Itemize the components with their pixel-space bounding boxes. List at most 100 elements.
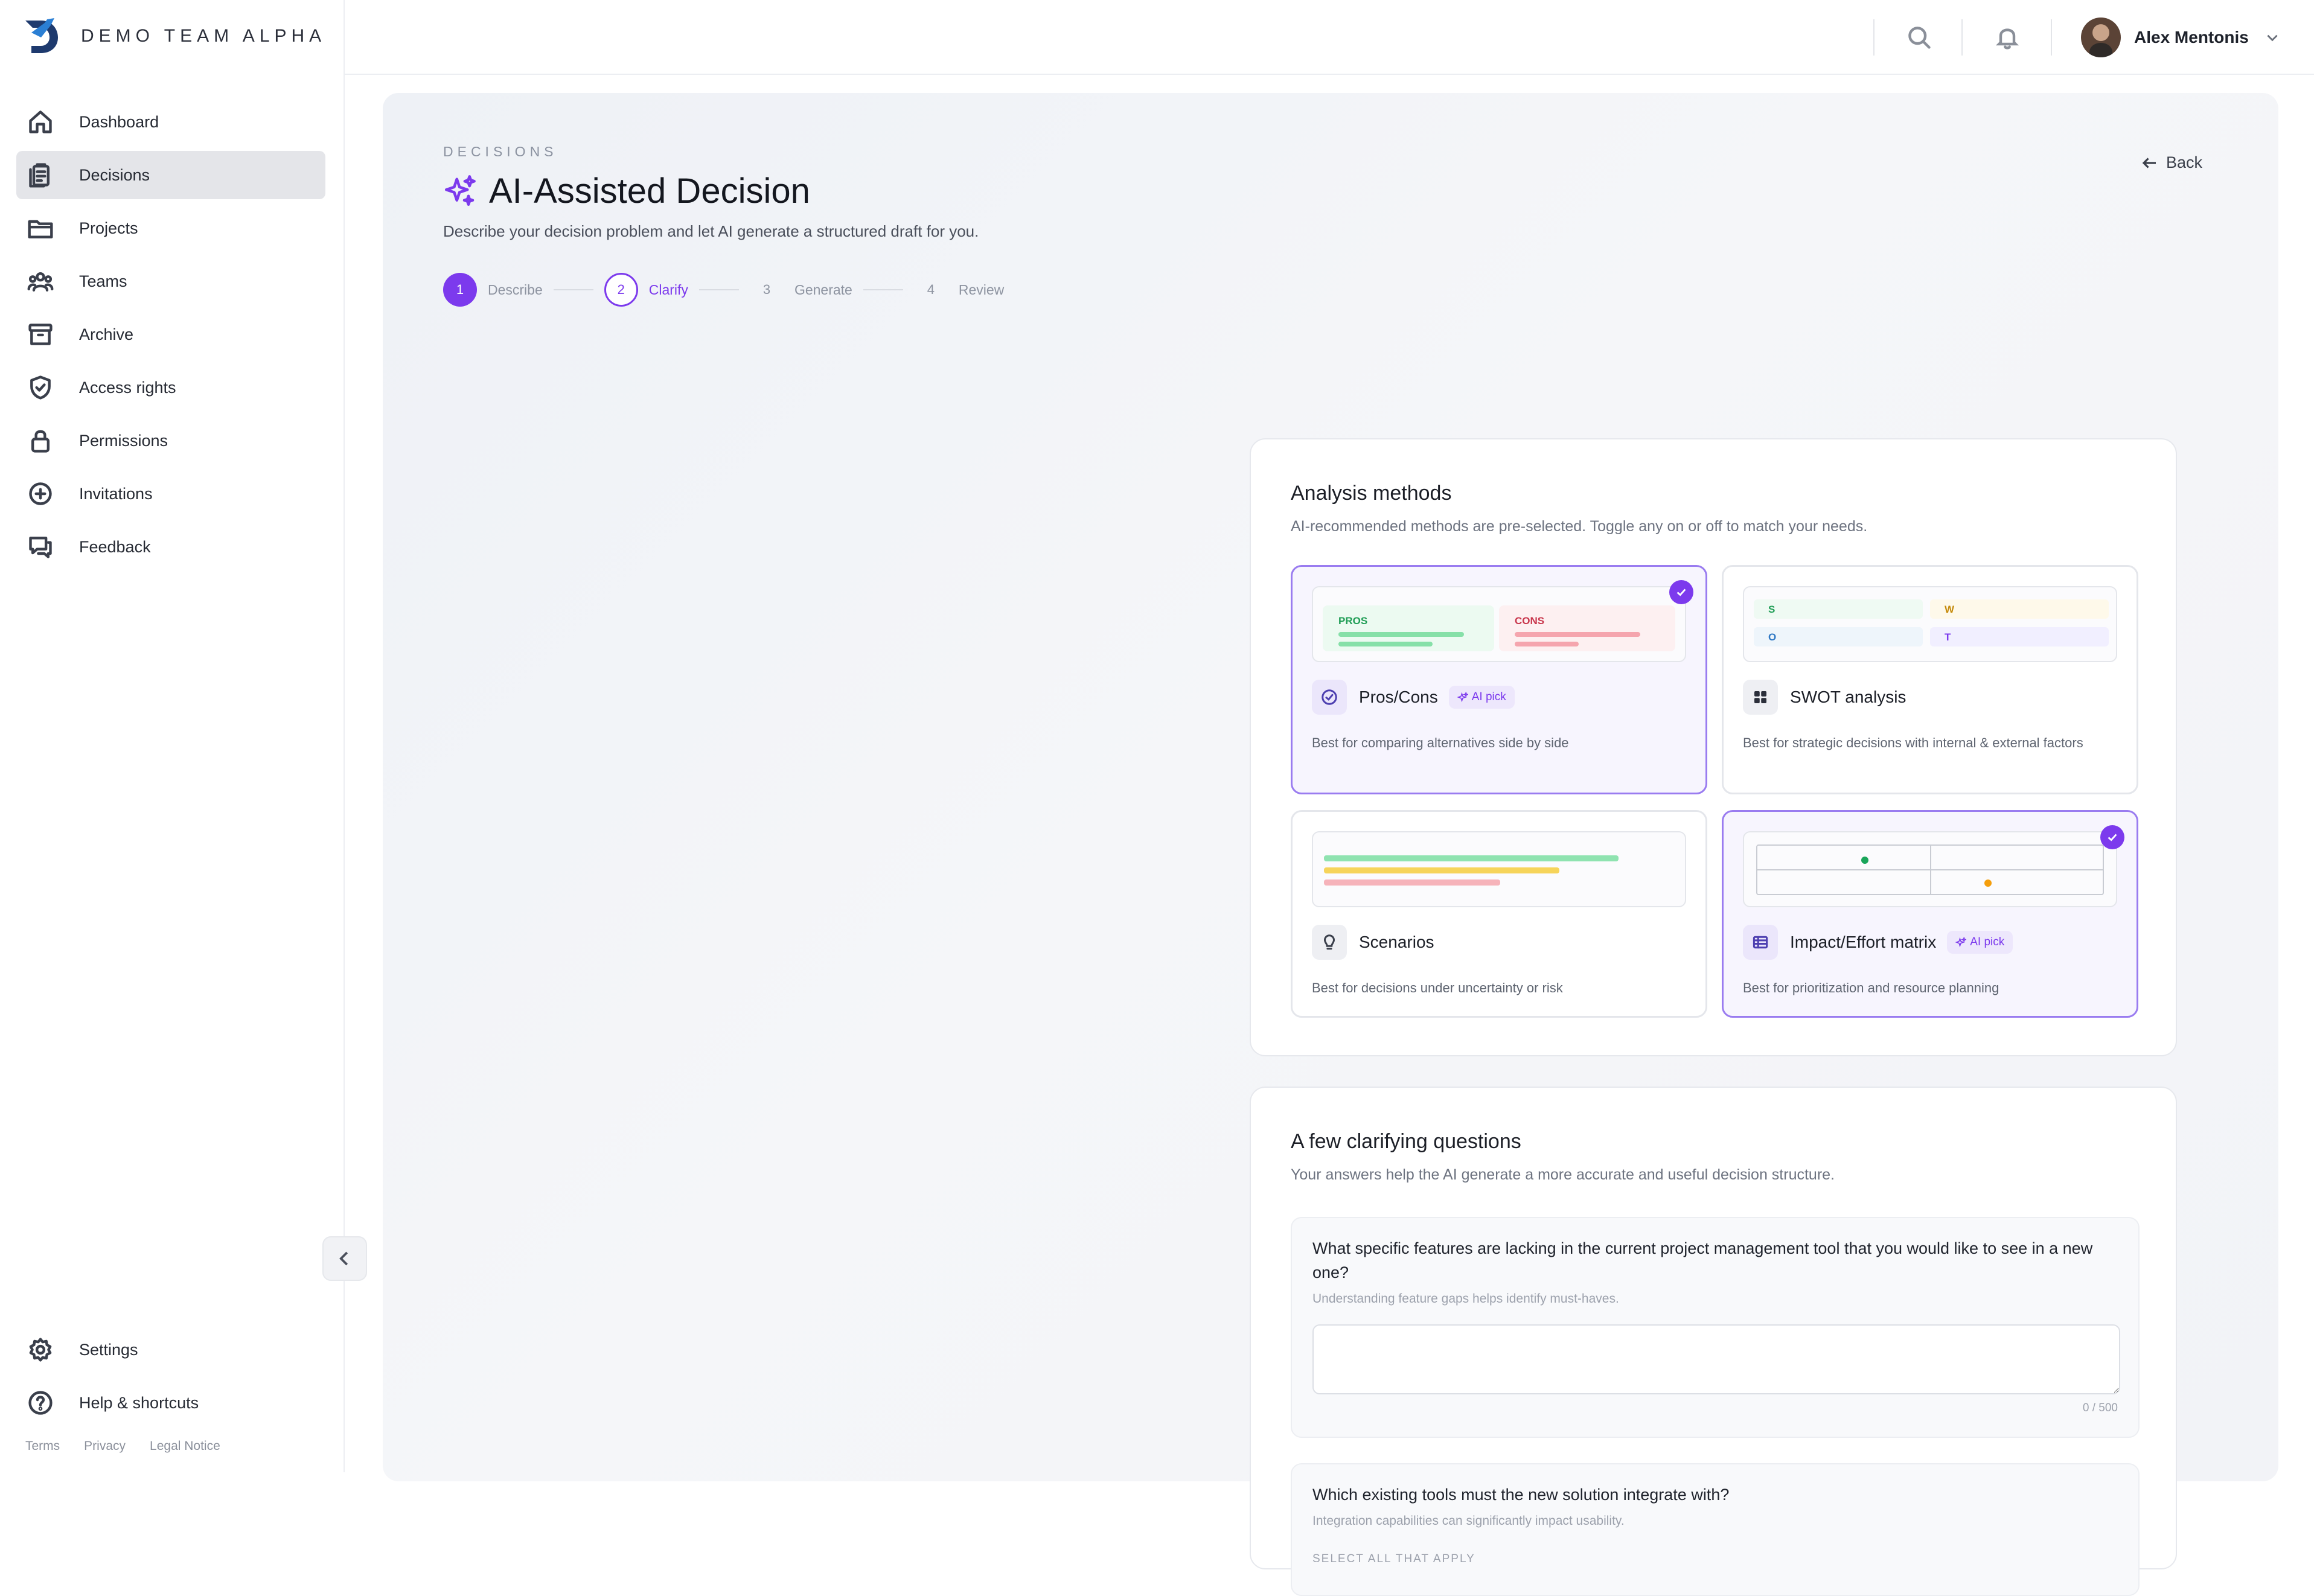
shield-icon xyxy=(26,373,55,402)
topbar-divider xyxy=(2051,19,2052,56)
user-name: Alex Mentonis xyxy=(2134,28,2249,46)
selected-check-icon xyxy=(1669,580,1693,604)
pros-label: PROS xyxy=(1338,615,1368,627)
sidebar-item-projects[interactable]: Projects xyxy=(16,204,325,252)
sidebar-item-access-rights[interactable]: Access rights xyxy=(16,363,325,412)
method-scenarios[interactable]: Scenarios Best for decisions under uncer… xyxy=(1291,810,1707,1018)
step-label: Generate xyxy=(794,281,852,298)
collapse-sidebar-button[interactable] xyxy=(322,1236,367,1281)
step-label: Describe xyxy=(488,281,543,298)
method-impact-effort[interactable]: Impact/Effort matrix AI pick Best for pr… xyxy=(1722,810,2138,1018)
method-name: Scenarios xyxy=(1359,933,1434,951)
lightbulb-icon xyxy=(1312,925,1347,960)
step-connector xyxy=(698,289,739,290)
grid-icon xyxy=(1743,680,1778,715)
swot-preview: S W O T xyxy=(1743,586,2117,662)
legal-links: Terms Privacy Legal Notice xyxy=(25,1439,220,1454)
answer-textarea[interactable] xyxy=(1312,1324,2120,1394)
step-connector xyxy=(863,289,903,290)
question-text: Which existing tools must the new soluti… xyxy=(1312,1486,1730,1504)
card-title: A few clarifying questions xyxy=(1291,1130,1521,1153)
home-icon xyxy=(26,107,55,136)
stepper: 1 Describe 2 Clarify 3 Generate 4 Review xyxy=(443,272,1004,308)
back-label: Back xyxy=(2166,153,2203,171)
step-label: Clarify xyxy=(648,281,688,298)
question-item: What specific features are lacking in th… xyxy=(1291,1217,2140,1438)
sidebar-item-label: Projects xyxy=(79,219,138,237)
table-icon xyxy=(1743,925,1778,960)
gear-icon xyxy=(26,1335,55,1364)
cons-bar xyxy=(1515,632,1640,637)
check-circle-icon xyxy=(1312,680,1347,715)
method-pros-cons[interactable]: PROS CONS Pros/Cons AI pick Best for com… xyxy=(1291,565,1707,794)
sidebar-item-teams[interactable]: Teams xyxy=(16,257,325,305)
pros-bar xyxy=(1338,642,1433,646)
method-description: Best for decisions under uncertainty or … xyxy=(1312,980,1563,995)
cons-bar xyxy=(1515,642,1579,646)
user-menu[interactable]: Alex Mentonis xyxy=(2081,16,2280,59)
swot-o: O xyxy=(1754,627,1923,646)
matrix-dot xyxy=(1861,857,1868,864)
analysis-methods-card: Analysis methods AI-recommended methods … xyxy=(1250,438,2177,1056)
method-name: Impact/Effort matrix xyxy=(1790,933,1937,951)
sidebar-item-dashboard[interactable]: Dashboard xyxy=(16,98,325,146)
method-description: Best for prioritization and resource pla… xyxy=(1743,980,1999,995)
sidebar-item-help[interactable]: Help & shortcuts xyxy=(16,1379,325,1427)
method-header: Pros/Cons AI pick xyxy=(1312,679,1515,715)
breadcrumb[interactable]: DECISIONS xyxy=(443,144,558,160)
plus-circle-icon xyxy=(26,479,55,508)
step-connector xyxy=(553,289,593,290)
back-button[interactable]: Back xyxy=(2141,153,2202,172)
step-describe[interactable]: 1 Describe xyxy=(443,273,543,307)
sidebar-item-label: Invitations xyxy=(79,484,153,503)
sidebar-item-permissions[interactable]: Permissions xyxy=(16,417,325,465)
ai-pick-label: AI pick xyxy=(1970,936,2005,948)
legal-notice-link[interactable]: Legal Notice xyxy=(150,1439,220,1454)
step-number: 1 xyxy=(443,273,477,307)
swot-s: S xyxy=(1754,599,1923,619)
step-generate[interactable]: 3 Generate xyxy=(750,273,852,307)
question-text: What specific features are lacking in th… xyxy=(1312,1239,2093,1282)
search-icon xyxy=(1908,27,1931,49)
cons-panel: CONS xyxy=(1499,605,1675,651)
scenarios-preview xyxy=(1312,831,1686,907)
page-title-text: AI-Assisted Decision xyxy=(489,171,810,211)
page-subtitle: Describe your decision problem and let A… xyxy=(443,222,979,240)
step-clarify[interactable]: 2 Clarify xyxy=(604,273,688,307)
sidebar-item-archive[interactable]: Archive xyxy=(16,310,325,359)
card-title: Analysis methods xyxy=(1291,482,1452,505)
brand[interactable]: DEMO TEAM ALPHA xyxy=(23,17,326,56)
topbar: Alex Mentonis xyxy=(345,0,2314,75)
sidebar-item-label: Decisions xyxy=(79,165,150,184)
scenario-bar xyxy=(1324,879,1500,886)
swot-w: W xyxy=(1930,599,2109,619)
sidebar-item-decisions[interactable]: Decisions xyxy=(16,151,325,199)
notifications-button[interactable] xyxy=(1990,21,2024,54)
selected-check-icon xyxy=(2100,825,2124,849)
impact-effort-preview xyxy=(1743,831,2117,907)
sidebar-item-label: Help & shortcuts xyxy=(79,1393,199,1412)
privacy-link[interactable]: Privacy xyxy=(84,1439,126,1454)
brand-name: DEMO TEAM ALPHA xyxy=(81,26,327,46)
chevron-left-icon xyxy=(339,1251,348,1266)
sidebar-item-label: Dashboard xyxy=(79,112,159,131)
sidebar-item-label: Feedback xyxy=(79,537,151,556)
character-counter: 0 / 500 xyxy=(2082,1402,2118,1414)
sidebar-item-invitations[interactable]: Invitations xyxy=(16,470,325,518)
lock-icon xyxy=(26,426,55,455)
terms-link[interactable]: Terms xyxy=(25,1439,60,1454)
method-swot[interactable]: S W O T SWOT analysis Best for strategic… xyxy=(1722,565,2138,794)
sidebar-item-feedback[interactable]: Feedback xyxy=(16,523,325,571)
folder-icon xyxy=(26,214,55,243)
arrow-left-icon xyxy=(2142,157,2156,168)
sidebar: DEMO TEAM ALPHA Dashboard Decisions Proj… xyxy=(0,0,367,1472)
sidebar-item-settings[interactable]: Settings xyxy=(16,1326,325,1374)
search-button[interactable] xyxy=(1902,21,1936,54)
archive-icon xyxy=(26,320,55,349)
chat-icon xyxy=(26,532,55,561)
scenario-bar xyxy=(1324,855,1619,861)
sidebar-item-label: Teams xyxy=(79,272,127,290)
sidebar-item-label: Permissions xyxy=(79,431,168,450)
method-name: SWOT analysis xyxy=(1790,688,1906,706)
step-review[interactable]: 4 Review xyxy=(914,273,1005,307)
